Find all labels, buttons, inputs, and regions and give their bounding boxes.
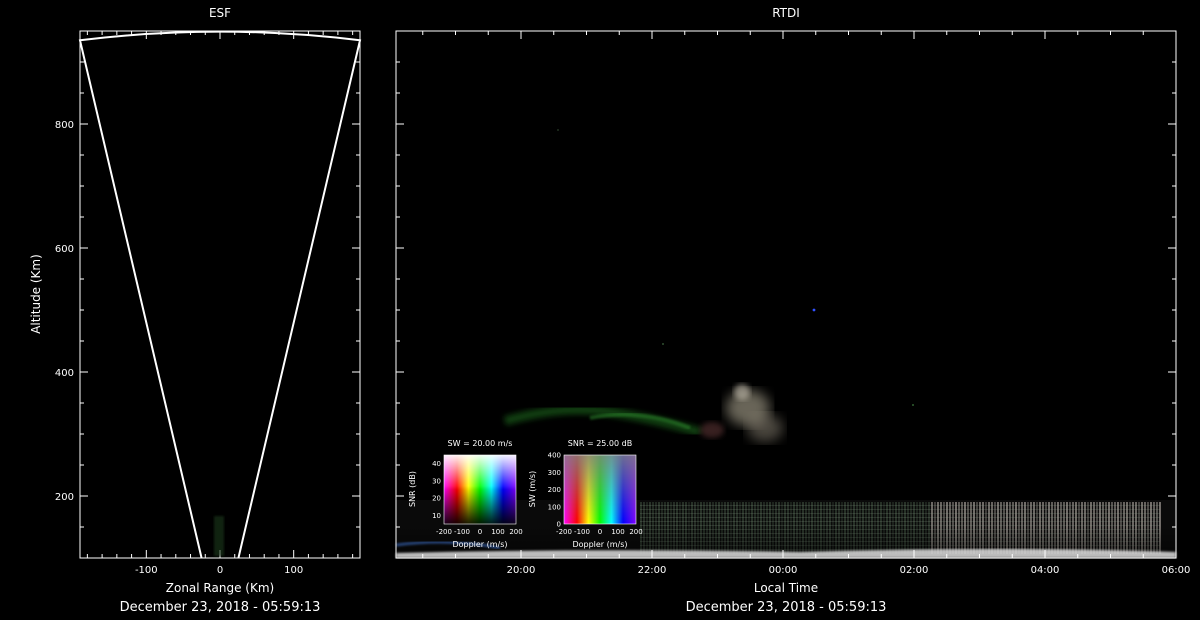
- rtdi-x-tick-label: 06:00: [1162, 565, 1191, 576]
- rtdi-x-axis-label: Local Time: [754, 581, 818, 595]
- legend-x-tick-label: 100: [491, 528, 504, 536]
- legend-x-tick-label: 0: [478, 528, 482, 536]
- esf-y-tick-label: 800: [55, 120, 74, 131]
- rtdi-x-tick-label: 04:00: [1031, 565, 1060, 576]
- esf-echo-patch: [214, 516, 224, 556]
- legend-x-tick-label: -200: [556, 528, 572, 536]
- esf-y-axis-label: Altitude (Km): [29, 254, 43, 334]
- legend-y-tick-label: 40: [432, 460, 441, 468]
- esf-rtdi-figure: ESF -100 0 100 200400600800 Zonal Range (K…: [29, 6, 1191, 615]
- esf-x-axis-label: Zonal Range (Km): [166, 581, 274, 595]
- legend-snr-title: SNR = 25.00 dB: [568, 439, 632, 448]
- legend-y-tick-label: 20: [432, 495, 441, 503]
- rtdi-panel: RTDI 20:00 22:00 00:00 02:00 04:00 06:00…: [395, 6, 1191, 615]
- esf-beam-outline: [78, 30, 362, 559]
- legend-y-tick-label: 200: [548, 486, 561, 494]
- rtdi-x-tick-labels: 20:00 22:00 00:00 02:00 04:00 06:00: [507, 565, 1191, 576]
- esf-x-tick-label: -100: [135, 565, 158, 576]
- legend-sw-x-ticks: -200 -100 0 100 200: [436, 528, 523, 536]
- legend-sw-y-label: SNR (dB): [408, 471, 417, 507]
- legend-sw-y-ticks: 10 20 30 40: [432, 460, 441, 520]
- esf-footer-date: December 23, 2018 - 05:59:13: [120, 600, 321, 615]
- esf-x-tick-label: 0: [217, 565, 223, 576]
- legend-snr-x-label: Doppler (m/s): [572, 540, 627, 549]
- legend-x-tick-label: 200: [629, 528, 642, 536]
- legend-y-tick-label: 10: [432, 512, 441, 520]
- rtdi-footer-date: December 23, 2018 - 05:59:13: [686, 600, 887, 615]
- legend-snr-x-ticks: -200 -100 0 100 200: [556, 528, 643, 536]
- esf-y-tick-labels: 200 400 600 800: [55, 120, 74, 503]
- esf-y-tick-label: 400: [55, 368, 74, 379]
- legend-x-tick-label: 0: [598, 528, 602, 536]
- legend-x-tick-label: 200: [509, 528, 522, 536]
- legend-y-tick-label: 300: [548, 469, 561, 477]
- esf-title: ESF: [209, 6, 231, 20]
- legend-x-tick-label: 100: [611, 528, 624, 536]
- esf-y-tick-label: 200: [55, 492, 74, 503]
- esf-ticks: [80, 30, 360, 559]
- rtdi-title: RTDI: [772, 6, 800, 20]
- legend-y-tick-label: 400: [548, 452, 561, 460]
- legend-y-tick-label: 100: [548, 503, 561, 511]
- esf-x-tick-label: 100: [284, 565, 303, 576]
- legend-x-tick-label: -100: [574, 528, 590, 536]
- esf-plot-frame: [79, 30, 361, 559]
- esf-x-tick-labels: -100 0 100: [135, 565, 303, 576]
- legend-y-tick-label: 30: [432, 477, 441, 485]
- rtdi-x-tick-label: 02:00: [900, 565, 929, 576]
- legend-x-tick-label: -200: [436, 528, 452, 536]
- rtdi-x-tick-label: 00:00: [769, 565, 798, 576]
- legend-x-tick-label: -100: [454, 528, 470, 536]
- legend-snr-y-label: SW (m/s): [528, 471, 537, 507]
- rtdi-x-tick-label: 22:00: [638, 565, 667, 576]
- esf-y-tick-label: 600: [55, 244, 74, 255]
- rtdi-x-tick-label: 20:00: [507, 565, 536, 576]
- legend-sw-x-label: Doppler (m/s): [452, 540, 507, 549]
- esf-panel: ESF -100 0 100 200 400 600 800 Zonal Range (K…: [29, 6, 362, 615]
- legend-sw-title: SW = 20.00 m/s: [448, 439, 513, 448]
